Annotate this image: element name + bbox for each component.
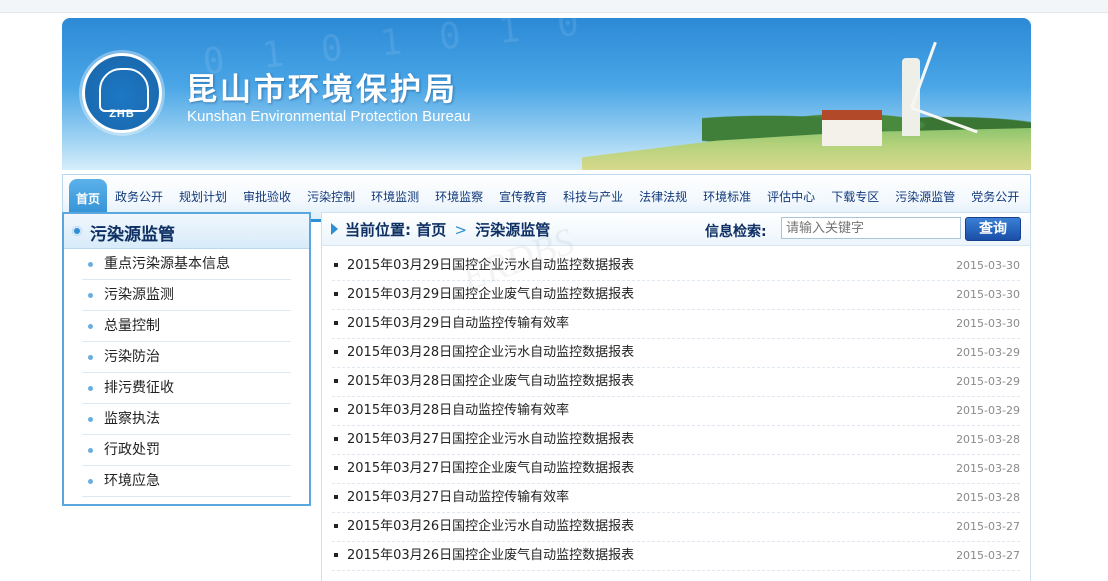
article-list: 2015年03月29日国控企业污水自动监控数据报表 2015-03-30 2015年… bbox=[322, 246, 1030, 571]
bullet-icon bbox=[88, 386, 93, 391]
article-row[interactable]: 2015年03月28日国控企业废气自动监控数据报表 2015-03-29 bbox=[332, 368, 1020, 397]
sidebar-item[interactable]: 排污费征收 bbox=[82, 373, 291, 404]
article-date: 2015-03-30 bbox=[956, 317, 1020, 330]
sidebar-item[interactable]: 重点污染源基本信息 bbox=[82, 249, 291, 280]
bullet-icon bbox=[88, 293, 93, 298]
square-bullet-icon bbox=[334, 524, 338, 528]
search-button[interactable]: 查询 bbox=[965, 217, 1021, 241]
banner-house bbox=[822, 110, 882, 146]
article-title[interactable]: 2015年03月28日自动监控传输有效率 bbox=[347, 397, 569, 425]
bullet-icon bbox=[88, 417, 93, 422]
article-title[interactable]: 2015年03月28日国控企业污水自动监控数据报表 bbox=[347, 339, 634, 367]
sidebar-item-label: 行政处罚 bbox=[104, 442, 160, 458]
article-title[interactable]: 2015年03月26日国控企业污水自动监控数据报表 bbox=[347, 513, 634, 541]
logo-emblem-icon bbox=[99, 68, 149, 112]
article-row[interactable]: 2015年03月29日国控企业废气自动监控数据报表 2015-03-30 bbox=[332, 281, 1020, 310]
sidebar-item-label: 环境应急 bbox=[104, 473, 160, 489]
search-label: 信息检索: bbox=[705, 224, 767, 240]
article-row[interactable]: 2015年03月28日自动监控传输有效率 2015-03-29 bbox=[332, 397, 1020, 426]
bullet-icon bbox=[88, 479, 93, 484]
sidebar-item-label: 监察执法 bbox=[104, 411, 160, 427]
article-date: 2015-03-27 bbox=[956, 520, 1020, 533]
article-title[interactable]: 2015年03月27日自动监控传输有效率 bbox=[347, 484, 569, 512]
article-row[interactable]: 2015年03月27日国控企业废气自动监控数据报表 2015-03-28 bbox=[332, 455, 1020, 484]
sidebar-item-label: 污染防治 bbox=[104, 349, 160, 365]
logo-text: ZHB bbox=[109, 108, 135, 120]
article-title[interactable]: 2015年03月29日自动监控传输有效率 bbox=[347, 310, 569, 338]
article-date: 2015-03-29 bbox=[956, 404, 1020, 417]
bullet-icon bbox=[88, 324, 93, 329]
logo[interactable]: ZHB bbox=[82, 53, 162, 133]
site-title: 昆山市环境保护局 bbox=[186, 72, 458, 108]
search-input[interactable] bbox=[781, 217, 961, 239]
article-row[interactable]: 2015年03月26日国控企业污水自动监控数据报表 2015-03-27 bbox=[332, 513, 1020, 542]
article-title[interactable]: 2015年03月26日国控企业废气自动监控数据报表 bbox=[347, 542, 634, 570]
sidebar-header: 污染源监管 bbox=[64, 214, 309, 249]
sidebar-item[interactable]: 监察执法 bbox=[82, 404, 291, 435]
page-container: 0 1 0 1 0 1 0 ZHB 昆山市环境保护局 Kunshan Envir… bbox=[62, 18, 1031, 222]
square-bullet-icon bbox=[334, 263, 338, 267]
square-bullet-icon bbox=[334, 553, 338, 557]
article-date: 2015-03-28 bbox=[956, 433, 1020, 446]
square-bullet-icon bbox=[334, 350, 338, 354]
article-date: 2015-03-30 bbox=[956, 288, 1020, 301]
square-bullet-icon bbox=[334, 408, 338, 412]
sidebar-item[interactable]: 行政处罚 bbox=[82, 435, 291, 466]
sidebar-item[interactable]: 总量控制 bbox=[82, 311, 291, 342]
article-row[interactable]: 2015年03月29日自动监控传输有效率 2015-03-30 bbox=[332, 310, 1020, 339]
article-date: 2015-03-28 bbox=[956, 462, 1020, 475]
article-row[interactable]: 2015年03月29日国控企业污水自动监控数据报表 2015-03-30 bbox=[332, 252, 1020, 281]
sidebar-item-label: 总量控制 bbox=[104, 318, 160, 334]
article-date: 2015-03-27 bbox=[956, 549, 1020, 562]
article-title[interactable]: 2015年03月27日国控企业废气自动监控数据报表 bbox=[347, 455, 634, 483]
sidebar-item-label: 重点污染源基本信息 bbox=[104, 256, 230, 272]
sidebar-title: 污染源监管 bbox=[90, 225, 175, 245]
article-row[interactable]: 2015年03月27日自动监控传输有效率 2015-03-28 bbox=[332, 484, 1020, 513]
breadcrumb-separator: > bbox=[454, 221, 468, 239]
sidebar-item-label: 污染源监测 bbox=[104, 287, 174, 303]
bullet-icon bbox=[88, 262, 93, 267]
site-subtitle: Kunshan Environmental Protection Bureau bbox=[187, 108, 471, 125]
article-row[interactable]: 2015年03月27日国控企业污水自动监控数据报表 2015-03-28 bbox=[332, 426, 1020, 455]
sidebar-item[interactable]: 环境应急 bbox=[82, 466, 291, 497]
article-date: 2015-03-29 bbox=[956, 375, 1020, 388]
article-date: 2015-03-30 bbox=[956, 259, 1020, 272]
site-banner: 0 1 0 1 0 1 0 ZHB 昆山市环境保护局 Kunshan Envir… bbox=[62, 18, 1031, 170]
breadcrumb-label: 当前位置: bbox=[345, 221, 411, 239]
article-date: 2015-03-29 bbox=[956, 346, 1020, 359]
square-bullet-icon bbox=[334, 379, 338, 383]
article-date: 2015-03-28 bbox=[956, 491, 1020, 504]
triangle-right-icon bbox=[331, 223, 338, 235]
article-row[interactable]: 2015年03月28日国控企业污水自动监控数据报表 2015-03-29 bbox=[332, 339, 1020, 368]
article-title[interactable]: 2015年03月27日国控企业污水自动监控数据报表 bbox=[347, 426, 634, 454]
square-bullet-icon bbox=[334, 437, 338, 441]
circle-bullet-icon bbox=[72, 226, 82, 236]
main-content: 当前位置: 首页 > 污染源监管 信息检索: 查询 2015年03月29日国控企… bbox=[321, 212, 1031, 581]
square-bullet-icon bbox=[334, 466, 338, 470]
windmill-icon bbox=[902, 58, 920, 136]
content-toolbar: 当前位置: 首页 > 污染源监管 信息检索: 查询 bbox=[322, 213, 1030, 246]
article-title[interactable]: 2015年03月28日国控企业废气自动监控数据报表 bbox=[347, 368, 634, 396]
sidebar-item-label: 排污费征收 bbox=[104, 380, 174, 396]
breadcrumb-home[interactable]: 首页 bbox=[416, 221, 446, 239]
bullet-icon bbox=[88, 355, 93, 360]
square-bullet-icon bbox=[334, 321, 338, 325]
article-row[interactable]: 2015年03月26日国控企业废气自动监控数据报表 2015-03-27 bbox=[332, 542, 1020, 571]
square-bullet-icon bbox=[334, 292, 338, 296]
top-strip bbox=[0, 0, 1108, 13]
square-bullet-icon bbox=[334, 495, 338, 499]
sidebar: 污染源监管 重点污染源基本信息 污染源监测总量控制污染防治排污费征收监察执法行政处… bbox=[62, 212, 311, 506]
bullet-icon bbox=[88, 448, 93, 453]
sidebar-item[interactable]: 污染防治 bbox=[82, 342, 291, 373]
sidebar-item[interactable]: 污染源监测 bbox=[82, 280, 291, 311]
